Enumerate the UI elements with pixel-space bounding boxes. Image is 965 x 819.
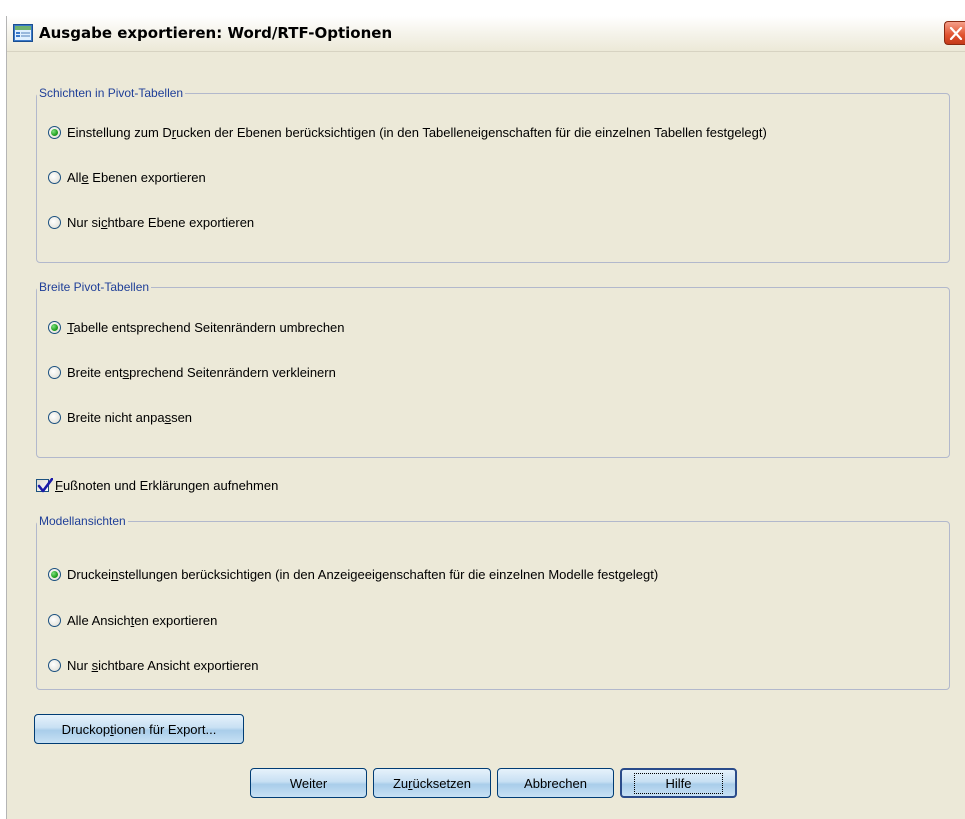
- footnotes-label: Fußnoten und Erklärungen aufnehmen: [55, 477, 279, 493]
- radio-label: Nur sichtbare Ansicht exportieren: [67, 657, 259, 673]
- model-views-group-legend: Modellansichten: [39, 514, 126, 528]
- radio-models-print-setting[interactable]: Druckeinstellungen berücksichtigen (in d…: [48, 565, 658, 583]
- radio-wide-none[interactable]: Breite nicht anpassen: [48, 408, 192, 426]
- export-options-dialog: Ausgabe exportieren: Word/RTF-Optionen S…: [6, 16, 965, 819]
- radio-label: Breite nicht anpassen: [67, 409, 193, 425]
- print-options-button[interactable]: Druckoptionen für Export...: [34, 714, 244, 744]
- radio-wide-shrink[interactable]: Breite entsprechend Seitenrändern verkle…: [48, 363, 336, 381]
- help-button[interactable]: Hilfe: [620, 768, 737, 798]
- radio-button[interactable]: [48, 567, 61, 581]
- close-button[interactable]: [944, 21, 965, 45]
- radio-label: Alle Ansichten exportieren: [67, 612, 218, 628]
- checkmark-icon: [37, 477, 53, 492]
- layers-group-legend: Schichten in Pivot-Tabellen: [39, 86, 184, 100]
- radio-label: Einstellung zum Drucken der Ebenen berüc…: [67, 124, 767, 140]
- radio-wide-wrap[interactable]: Tabelle entsprechend Seitenrändern umbre…: [48, 318, 345, 336]
- cancel-button-label: Abbrechen: [524, 775, 587, 791]
- radio-label: Nur sichtbare Ebene exportieren: [67, 214, 255, 230]
- radio-button[interactable]: [48, 613, 61, 627]
- radio-layers-all[interactable]: Alle Ebenen exportieren: [48, 168, 206, 186]
- print-options-button-label: Druckoptionen für Export...: [61, 721, 217, 737]
- radio-label: Breite entsprechend Seitenrändern verkle…: [67, 364, 336, 380]
- radio-label: Tabelle entsprechend Seitenrändern umbre…: [67, 319, 345, 335]
- radio-button[interactable]: [48, 365, 61, 379]
- footnotes-checkbox[interactable]: [36, 477, 53, 492]
- radio-button[interactable]: [48, 170, 61, 184]
- app-icon: [13, 24, 33, 42]
- radio-button[interactable]: [48, 320, 61, 334]
- radio-button[interactable]: [48, 215, 61, 229]
- close-icon: [949, 27, 963, 40]
- continue-button-label: Weiter: [289, 775, 328, 791]
- radio-layers-visible[interactable]: Nur sichtbare Ebene exportieren: [48, 213, 254, 231]
- radio-models-visible[interactable]: Nur sichtbare Ansicht exportieren: [48, 656, 259, 674]
- radio-label: Alle Ebenen exportieren: [67, 169, 206, 185]
- wide-tables-group-legend: Breite Pivot-Tabellen: [39, 280, 150, 294]
- radio-button[interactable]: [48, 410, 61, 424]
- radio-button[interactable]: [48, 125, 61, 139]
- radio-models-all[interactable]: Alle Ansichten exportieren: [48, 611, 217, 629]
- help-button-label: Hilfe: [634, 772, 723, 794]
- reset-button[interactable]: Zurücksetzen: [373, 768, 491, 798]
- continue-button[interactable]: Weiter: [250, 768, 367, 798]
- footnotes-checkbox-row[interactable]: Fußnoten und Erklärungen aufnehmen: [36, 476, 278, 494]
- title-bar[interactable]: Ausgabe exportieren: Word/RTF-Optionen: [7, 16, 965, 52]
- reset-button-label: Zurücksetzen: [392, 775, 472, 791]
- radio-button[interactable]: [48, 658, 61, 672]
- radio-label: Druckeinstellungen berücksichtigen (in d…: [67, 566, 659, 582]
- radio-layers-print-setting[interactable]: Einstellung zum Drucken der Ebenen berüc…: [48, 123, 767, 141]
- window-title: Ausgabe exportieren: Word/RTF-Optionen: [39, 24, 393, 42]
- cancel-button[interactable]: Abbrechen: [497, 768, 614, 798]
